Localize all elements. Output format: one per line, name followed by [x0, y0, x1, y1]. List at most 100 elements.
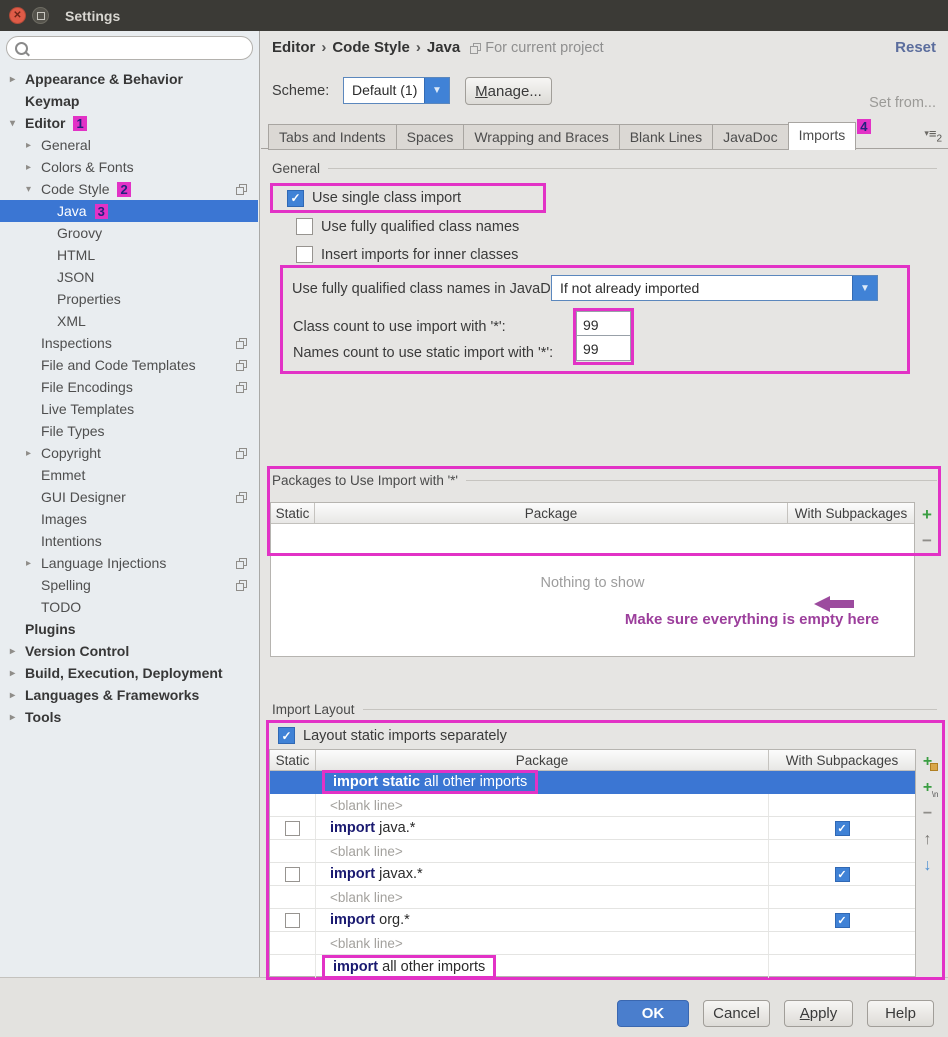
sidebar-item-groovy[interactable]: Groovy — [0, 222, 258, 244]
chevron-right-icon[interactable]: ▸ — [10, 668, 25, 679]
names-count-field[interactable] — [576, 335, 631, 361]
use-single-class-import-row[interactable]: Use single class import — [270, 183, 546, 213]
column-with-subpackages[interactable]: With Subpackages — [769, 750, 915, 770]
column-static[interactable]: Static — [270, 750, 316, 770]
sidebar-item-java[interactable]: Java3 — [0, 200, 258, 222]
set-from-link[interactable]: Set from... — [869, 95, 936, 111]
chevron-right-icon[interactable]: ▸ — [26, 558, 41, 569]
chevron-right-icon[interactable]: ▸ — [26, 448, 41, 459]
import-layout-row-blank[interactable]: <blank line> — [270, 932, 915, 955]
chevron-right-icon[interactable]: ▸ — [10, 646, 25, 657]
remove-icon[interactable]: − — [917, 531, 937, 551]
sidebar-item-colors-fonts[interactable]: ▸Colors & Fonts — [0, 156, 258, 178]
hidden-tabs-indicator[interactable]: ▾≡2 — [924, 126, 942, 145]
use-fully-qualified-checkbox[interactable] — [296, 218, 313, 235]
sidebar-item-json[interactable]: JSON — [0, 266, 258, 288]
sidebar-item-file-and-code-templates[interactable]: File and Code Templates — [0, 354, 258, 376]
tab-tabs-and-indents[interactable]: Tabs and Indents — [268, 124, 396, 150]
import-layout-row-blank[interactable]: <blank line> — [270, 794, 915, 817]
tab-blank-lines[interactable]: Blank Lines — [619, 124, 712, 150]
import-layout-row[interactable]: import static all other imports — [270, 771, 915, 794]
column-package[interactable]: Package — [315, 503, 788, 523]
sidebar-item-inspections[interactable]: Inspections — [0, 332, 258, 354]
tab-imports[interactable]: Imports — [788, 122, 857, 150]
breadcrumb-item-editor[interactable]: Editor — [272, 39, 315, 56]
static-checkbox[interactable] — [285, 913, 300, 928]
sidebar-item-file-encodings[interactable]: File Encodings — [0, 376, 258, 398]
chevron-right-icon[interactable]: ▸ — [26, 162, 41, 173]
tab-javadoc[interactable]: JavaDoc — [712, 124, 787, 150]
insert-imports-inner-checkbox[interactable] — [296, 246, 313, 263]
use-single-class-import-checkbox[interactable] — [287, 190, 304, 207]
import-layout-row[interactable]: import org.* — [270, 909, 915, 932]
sidebar-item-intentions[interactable]: Intentions — [0, 530, 258, 552]
tab-spaces[interactable]: Spaces — [396, 124, 464, 150]
move-down-icon[interactable]: ↓ — [917, 854, 939, 878]
sidebar-item-keymap[interactable]: Keymap — [0, 90, 258, 112]
chevron-right-icon[interactable]: ▸ — [10, 712, 25, 723]
move-up-icon[interactable]: ↑ — [917, 828, 939, 852]
add-blank-line-icon[interactable]: +\n — [917, 776, 939, 800]
sidebar-item-plugins[interactable]: Plugins — [0, 618, 258, 640]
sidebar-item-spelling[interactable]: Spelling — [0, 574, 258, 596]
with-subpackages-checkbox[interactable] — [835, 867, 850, 882]
insert-imports-inner-row[interactable]: Insert imports for inner classes — [296, 246, 518, 263]
sidebar-item-code-style[interactable]: ▾Code Style2 — [0, 178, 258, 200]
reset-link[interactable]: Reset — [895, 39, 936, 56]
sidebar-item-editor[interactable]: ▾Editor1 — [0, 112, 258, 134]
sidebar-item-todo[interactable]: TODO — [0, 596, 258, 618]
static-checkbox[interactable] — [285, 867, 300, 882]
import-layout-row[interactable]: import all other imports — [270, 955, 915, 978]
sidebar-item-appearance-behavior[interactable]: ▸Appearance & Behavior — [0, 68, 258, 90]
scheme-select[interactable]: Default (1) ▼ — [343, 77, 450, 104]
chevron-right-icon[interactable]: ▸ — [26, 140, 41, 151]
chevron-right-icon[interactable]: ▸ — [10, 690, 25, 701]
chevron-right-icon[interactable]: ▸ — [10, 74, 25, 85]
import-rule-text: all other imports — [378, 959, 485, 975]
with-subpackages-checkbox[interactable] — [835, 913, 850, 928]
sidebar-item-languages-frameworks[interactable]: ▸Languages & Frameworks — [0, 684, 258, 706]
chevron-down-icon[interactable]: ▾ — [26, 184, 41, 195]
sidebar-item-images[interactable]: Images — [0, 508, 258, 530]
chevron-down-icon[interactable]: ▼ — [852, 276, 877, 300]
tab-wrapping-and-braces[interactable]: Wrapping and Braces — [463, 124, 618, 150]
sidebar-item-emmet[interactable]: Emmet — [0, 464, 258, 486]
sidebar-item-properties[interactable]: Properties — [0, 288, 258, 310]
class-count-field[interactable] — [576, 311, 631, 336]
import-layout-row-blank[interactable]: <blank line> — [270, 886, 915, 909]
import-layout-row[interactable]: import javax.* — [270, 863, 915, 886]
layout-static-separately-row[interactable]: Layout static imports separately — [278, 727, 507, 744]
column-static[interactable]: Static — [271, 503, 315, 523]
sidebar-item-copyright[interactable]: ▸Copyright — [0, 442, 258, 464]
javadoc-select[interactable]: If not already imported ▼ — [551, 275, 878, 301]
sidebar-item-live-templates[interactable]: Live Templates — [0, 398, 258, 420]
layout-static-separately-checkbox[interactable] — [278, 727, 295, 744]
chevron-down-icon[interactable]: ▾ — [10, 118, 25, 129]
column-with-subpackages[interactable]: With Subpackages — [788, 503, 914, 523]
static-checkbox[interactable] — [285, 821, 300, 836]
add-package-icon[interactable]: + — [917, 750, 939, 774]
sidebar-item-tools[interactable]: ▸Tools — [0, 706, 258, 728]
breadcrumb-item-code-style[interactable]: Code Style — [332, 39, 410, 56]
manage-button[interactable]: Manage... — [465, 77, 552, 105]
sidebar-item-html[interactable]: HTML — [0, 244, 258, 266]
column-package[interactable]: Package — [316, 750, 769, 770]
import-layout-row[interactable]: import java.* — [270, 817, 915, 840]
sidebar-item-xml[interactable]: XML — [0, 310, 258, 332]
sidebar-item-language-injections[interactable]: ▸Language Injections — [0, 552, 258, 574]
sidebar-item-build-execution-deployment[interactable]: ▸Build, Execution, Deployment — [0, 662, 258, 684]
maximize-icon[interactable] — [32, 7, 49, 24]
sidebar-item-file-types[interactable]: File Types — [0, 420, 258, 442]
use-fully-qualified-row[interactable]: Use fully qualified class names — [296, 218, 519, 235]
chevron-down-icon[interactable]: ▼ — [424, 78, 449, 103]
breadcrumb-item-java[interactable]: Java — [427, 39, 460, 56]
import-layout-row-blank[interactable]: <blank line> — [270, 840, 915, 863]
add-icon[interactable]: + — [917, 505, 937, 525]
close-icon[interactable]: ✕ — [9, 7, 26, 24]
remove-icon[interactable]: − — [917, 802, 939, 826]
sidebar-item-general[interactable]: ▸General — [0, 134, 258, 156]
search-input[interactable] — [6, 36, 253, 60]
sidebar-item-version-control[interactable]: ▸Version Control — [0, 640, 258, 662]
sidebar-item-gui-designer[interactable]: GUI Designer — [0, 486, 258, 508]
with-subpackages-checkbox[interactable] — [835, 821, 850, 836]
